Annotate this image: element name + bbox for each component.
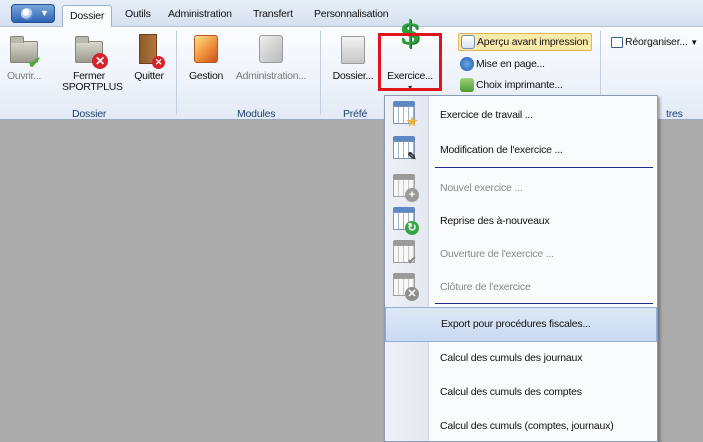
- menu-item-label: Clôture de l'exercice: [440, 281, 531, 293]
- open-folder-icon: ✔: [7, 33, 41, 72]
- close-folder-icon: ✕: [72, 33, 108, 69]
- reorganiser-label: Réorganiser...: [625, 36, 688, 48]
- mise-en-page-button[interactable]: Mise en page...: [460, 57, 545, 71]
- menu-item-cumuls-comptes[interactable]: Calcul des cumuls des comptes: [385, 375, 657, 410]
- window-icon: [611, 36, 623, 48]
- dossier-preferences-button[interactable]: Dossier...: [330, 33, 376, 82]
- menu-item-cloture-exercice[interactable]: ✕ Clôture de l'exercice: [385, 270, 657, 305]
- app-orb-icon: [21, 8, 33, 20]
- menu-item-label: Export pour procédures fiscales...: [441, 318, 591, 330]
- apercu-button[interactable]: Aperçu avant impression: [458, 32, 592, 51]
- menu-item-label: Calcul des cumuls (comptes, journaux): [440, 420, 614, 432]
- choix-imprimante-button[interactable]: Choix imprimante...: [460, 78, 563, 92]
- menu-item-label: Exercice de travail ...: [440, 109, 533, 121]
- quitter-button[interactable]: ✕ Quitter: [130, 33, 168, 82]
- gestion-label: Gestion: [188, 70, 224, 82]
- group-label-modules: Modules: [237, 108, 276, 120]
- reorganiser-button[interactable]: Réorganiser... ▼: [611, 36, 698, 48]
- print-preview-icon: [461, 35, 475, 49]
- group-label-dossier: Dossier: [72, 108, 107, 120]
- menu-item-label: Calcul des cumuls des comptes: [440, 386, 582, 398]
- tab-administration[interactable]: Administration: [168, 8, 232, 20]
- fermer-button[interactable]: ✕ Fermer SPORTPLUS: [62, 33, 123, 93]
- menu-item-cumuls-comptes-journaux[interactable]: Calcul des cumuls (comptes, journaux): [385, 409, 657, 441]
- chevron-down-icon: ▼: [690, 38, 699, 47]
- administration-label: Administration...: [235, 70, 307, 82]
- page-setup-icon: [460, 57, 474, 71]
- group-label-fenetres: tres: [666, 108, 683, 120]
- menu-item-cumuls-journaux[interactable]: Calcul des cumuls des journaux: [385, 341, 657, 376]
- choix-imprimante-label: Choix imprimante...: [476, 78, 563, 91]
- group-divider: [320, 31, 321, 115]
- apercu-label: Aperçu avant impression: [477, 35, 588, 48]
- application-menu-button[interactable]: ▼: [11, 4, 55, 23]
- menu-item-exercice-de-travail[interactable]: ★ Exercice de travail ...: [385, 98, 657, 133]
- tab-outils[interactable]: Outils: [125, 8, 151, 20]
- calendar-edit-icon: ✎: [391, 136, 419, 164]
- menu-item-label: Ouverture de l'exercice ...: [440, 248, 554, 260]
- menu-item-export-procedures-fiscales[interactable]: Export pour procédures fiscales...: [385, 307, 657, 342]
- calendar-star-icon: ★: [391, 101, 419, 129]
- settings-document-icon: [336, 33, 370, 67]
- mise-en-page-label: Mise en page...: [476, 57, 545, 70]
- calendar-refresh-icon: ↻: [391, 207, 419, 235]
- tab-personnalisation[interactable]: Personnalisation: [314, 8, 389, 20]
- exercice-menu: ★ Exercice de travail ... ✎ Modification…: [384, 95, 658, 442]
- administration-module-button[interactable]: Administration...: [232, 33, 310, 82]
- ouvrir-button[interactable]: ✔ Ouvrir...: [4, 33, 44, 82]
- group-label-preferences: Préfé: [343, 108, 368, 120]
- ribbon-tab-bar: ▼ Dossier Outils Administration Transfer…: [0, 0, 703, 28]
- gestion-button[interactable]: Gestion: [185, 33, 227, 82]
- printer-icon: [460, 78, 474, 92]
- dossier-preferences-label: Dossier...: [332, 70, 374, 82]
- menu-item-reprise-a-nouveaux[interactable]: ↻ Reprise des à-nouveaux: [385, 204, 657, 239]
- highlight-box: [378, 33, 442, 91]
- menu-separator: [435, 167, 653, 168]
- menu-item-label: Reprise des à-nouveaux: [440, 215, 550, 227]
- chevron-down-icon: ▼: [40, 8, 49, 18]
- menu-item-nouvel-exercice[interactable]: + Nouvel exercice ...: [385, 171, 657, 206]
- tab-dossier[interactable]: Dossier: [62, 5, 113, 28]
- group-divider: [176, 31, 177, 115]
- menu-item-label: Modification de l'exercice ...: [440, 144, 563, 156]
- fermer-sublabel: SPORTPLUS: [62, 81, 123, 93]
- administration-module-icon: [254, 33, 288, 67]
- exit-door-icon: ✕: [132, 33, 166, 69]
- menu-separator: [435, 303, 653, 304]
- quitter-label: Quitter: [134, 70, 164, 82]
- menu-item-ouverture-exercice[interactable]: ✔ Ouverture de l'exercice ...: [385, 237, 657, 272]
- menu-item-label: Nouvel exercice ...: [440, 182, 523, 194]
- calendar-add-icon: +: [391, 174, 419, 202]
- calendar-close-icon: ✕: [391, 273, 419, 301]
- calendar-check-icon: ✔: [391, 240, 419, 268]
- tab-transfert[interactable]: Transfert: [253, 8, 293, 20]
- menu-item-label: Calcul des cumuls des journaux: [440, 352, 583, 364]
- gestion-module-icon: [189, 33, 223, 67]
- menu-item-modification-exercice[interactable]: ✎ Modification de l'exercice ...: [385, 133, 657, 168]
